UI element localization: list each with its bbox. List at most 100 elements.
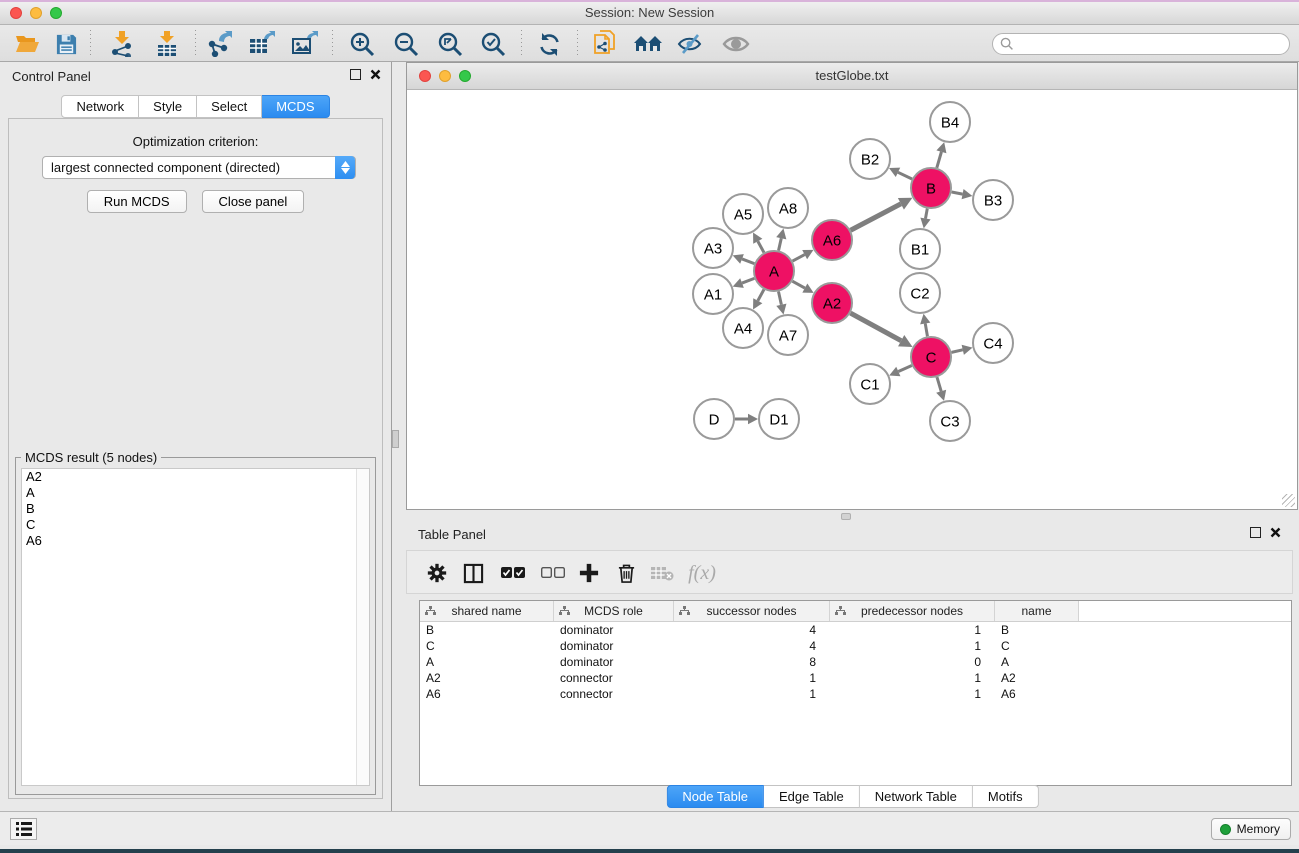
graph-edge-A-A7[interactable]: [778, 292, 781, 305]
table-row[interactable]: A2connector11A2: [420, 670, 1291, 686]
close-panel-button[interactable]: Close panel: [202, 190, 305, 213]
close-network-window-button[interactable]: [419, 70, 431, 82]
network-window-titlebar[interactable]: testGlobe.txt: [407, 63, 1297, 90]
table-cell[interactable]: 1: [830, 686, 995, 702]
zoom-fit-icon[interactable]: [435, 30, 465, 58]
graph-edge-C-C2[interactable]: [925, 324, 927, 337]
minimize-network-window-button[interactable]: [439, 70, 451, 82]
column-header-successor-nodes[interactable]: successor nodes: [674, 601, 830, 621]
float-panel-icon[interactable]: [350, 69, 361, 80]
table-cell[interactable]: 1: [674, 670, 830, 686]
run-mcds-button[interactable]: Run MCDS: [87, 190, 187, 213]
column-header-MCDS-role[interactable]: MCDS role: [554, 601, 674, 621]
table-cell[interactable]: A: [995, 654, 1079, 670]
mcds-result-item[interactable]: A: [22, 485, 369, 501]
graph-edge-C-C3[interactable]: [937, 377, 941, 391]
graph-edge-B-B1[interactable]: [926, 209, 928, 219]
close-panel-icon[interactable]: [1270, 527, 1281, 538]
splitter-handle[interactable]: [392, 430, 399, 448]
import-table-icon[interactable]: [152, 30, 182, 58]
graph-edge-C-C4[interactable]: [951, 350, 962, 353]
network-file-icon[interactable]: [590, 30, 620, 58]
table-cell[interactable]: A6: [995, 686, 1079, 702]
table-header-row[interactable]: shared nameMCDS rolesuccessor nodesprede…: [420, 601, 1291, 622]
table-cell[interactable]: 1: [674, 686, 830, 702]
close-window-button[interactable]: [10, 7, 22, 19]
table-cell[interactable]: A6: [420, 686, 554, 702]
mcds-result-item[interactable]: C: [22, 517, 369, 533]
trash-icon[interactable]: [611, 559, 641, 587]
table-cell[interactable]: A2: [995, 670, 1079, 686]
graph-edge-A-A1[interactable]: [742, 278, 754, 283]
tab-edge-table[interactable]: Edge Table: [764, 785, 860, 808]
table-cell[interactable]: B: [420, 622, 554, 638]
memory-button[interactable]: Memory: [1211, 818, 1291, 840]
zoom-in-icon[interactable]: [347, 30, 377, 58]
task-history-button[interactable]: [10, 818, 37, 840]
table-row[interactable]: Adominator80A: [420, 654, 1291, 670]
search-input[interactable]: [992, 33, 1290, 55]
float-panel-icon[interactable]: [1250, 527, 1261, 538]
home-icon[interactable]: [633, 30, 663, 58]
network-canvas[interactable]: B4B2BB3A8A5A6A3B1AA1C2A2A4A7C4CC1C3DD1: [408, 91, 1296, 508]
export-table-icon[interactable]: [246, 30, 276, 58]
tab-network-table[interactable]: Network Table: [860, 785, 973, 808]
table-cell[interactable]: 4: [674, 638, 830, 654]
table-cell[interactable]: dominator: [554, 638, 674, 654]
table-cell[interactable]: connector: [554, 670, 674, 686]
scrollbar[interactable]: [356, 469, 369, 785]
table-cell[interactable]: 8: [674, 654, 830, 670]
graph-edge-A-A8[interactable]: [779, 238, 782, 250]
graph-edge-A-A3[interactable]: [742, 259, 754, 264]
graph-edge-A-A2[interactable]: [792, 281, 804, 288]
save-icon[interactable]: [51, 30, 81, 58]
table-cell[interactable]: C: [995, 638, 1079, 654]
mcds-result-item[interactable]: A6: [22, 533, 369, 549]
graph-edge-A-A6[interactable]: [793, 255, 805, 261]
columns-icon[interactable]: [458, 559, 488, 587]
graph-edge-A6-B[interactable]: [851, 204, 901, 230]
close-panel-icon[interactable]: [370, 69, 381, 80]
column-header-name[interactable]: name: [995, 601, 1079, 621]
table-cell[interactable]: 1: [830, 622, 995, 638]
zoom-out-icon[interactable]: [391, 30, 421, 58]
maximize-window-button[interactable]: [50, 7, 62, 19]
table-cell[interactable]: 1: [830, 670, 995, 686]
hide-icon[interactable]: [675, 30, 705, 58]
graph-edge-B-B4[interactable]: [937, 152, 942, 168]
graph-edge-A2-C[interactable]: [850, 313, 901, 341]
table-cell[interactable]: connector: [554, 686, 674, 702]
tab-style[interactable]: Style: [139, 95, 197, 118]
graph-edge-B-B3[interactable]: [952, 192, 963, 194]
tab-motifs[interactable]: Motifs: [973, 785, 1039, 808]
resize-grip-icon[interactable]: [1282, 494, 1295, 507]
table-row[interactable]: A6connector11A6: [420, 686, 1291, 702]
delete-table-icon[interactable]: [647, 559, 677, 587]
table-cell[interactable]: B: [995, 622, 1079, 638]
network-graph[interactable]: B4B2BB3A8A5A6A3B1AA1C2A2A4A7C4CC1C3DD1: [408, 91, 1298, 510]
open-folder-icon[interactable]: [12, 30, 42, 58]
mcds-result-list[interactable]: A2ABCA6: [21, 468, 370, 786]
import-network-icon[interactable]: [107, 30, 137, 58]
column-header-predecessor-nodes[interactable]: predecessor nodes: [830, 601, 995, 621]
export-network-icon[interactable]: [204, 30, 234, 58]
table-row[interactable]: Bdominator41B: [420, 622, 1291, 638]
gear-icon[interactable]: [422, 559, 452, 587]
mcds-result-item[interactable]: B: [22, 501, 369, 517]
column-header-shared-name[interactable]: shared name: [420, 601, 554, 621]
graph-edge-C-C1[interactable]: [898, 365, 911, 371]
node-table[interactable]: shared nameMCDS rolesuccessor nodesprede…: [419, 600, 1292, 786]
zoom-selected-icon[interactable]: [478, 30, 508, 58]
eye-icon[interactable]: [721, 30, 751, 58]
tab-mcds[interactable]: MCDS: [262, 95, 329, 118]
mcds-result-item[interactable]: A2: [22, 469, 369, 485]
export-image-icon[interactable]: [289, 30, 319, 58]
table-cell[interactable]: 0: [830, 654, 995, 670]
table-cell[interactable]: 1: [830, 638, 995, 654]
graph-edge-B-B2[interactable]: [898, 172, 912, 179]
tab-select[interactable]: Select: [197, 95, 262, 118]
table-cell[interactable]: 4: [674, 622, 830, 638]
table-cell[interactable]: A2: [420, 670, 554, 686]
optimization-criterion-select[interactable]: largest connected component (directed): [42, 156, 356, 179]
graph-edge-A-A4[interactable]: [758, 289, 764, 300]
